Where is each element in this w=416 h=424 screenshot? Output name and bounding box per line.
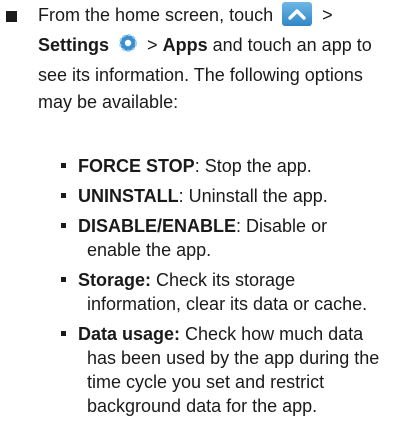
option-desc-cont: has been used by the app during the time… <box>87 348 380 416</box>
option-item-storage: Storage: Check its storage information, c… <box>61 268 412 316</box>
option-bullet <box>61 331 66 336</box>
instruction-text: and touch an app to <box>212 35 372 55</box>
manual-page: From the home screen, touch > Settings >… <box>0 0 416 416</box>
option-bullet <box>61 193 66 198</box>
option-bullet <box>61 277 66 282</box>
option-desc: Stop the app. <box>199 156 312 176</box>
option-term: Storage: <box>78 270 152 290</box>
option-term: UNINSTALL <box>78 186 179 206</box>
option-term: Data usage: <box>78 324 181 344</box>
main-instruction: From the home screen, touch > Settings >… <box>38 2 410 116</box>
option-item-data-usage: Data usage: Check how much data has been … <box>61 322 412 418</box>
separator: > <box>147 35 158 55</box>
main-bullet <box>6 11 17 22</box>
chevron-up-icon <box>282 2 313 26</box>
option-desc-cont: information, clear its data or cache. <box>87 294 368 314</box>
settings-label: Settings <box>38 35 110 55</box>
instruction-line-2: Settings > Apps and touch an app to <box>38 32 410 62</box>
instruction-line-1: From the home screen, touch > <box>38 2 410 32</box>
apps-label: Apps <box>162 35 208 55</box>
instruction-line-3: see its information. The following optio… <box>38 65 363 85</box>
options-list: FORCE STOP: Stop the app. UNINSTALL: Uni… <box>61 154 412 424</box>
option-term: DISABLE/ENABLE <box>78 216 237 236</box>
instruction-line-4: may be available: <box>38 92 179 112</box>
option-item-uninstall: UNINSTALL: Uninstall the app. <box>61 184 412 208</box>
option-bullet <box>61 223 66 228</box>
instruction-text: From the home screen, touch <box>38 5 274 25</box>
option-item-force-stop: FORCE STOP: Stop the app. <box>61 154 412 178</box>
gear-icon <box>118 33 138 53</box>
option-bullet <box>61 163 66 168</box>
option-item-disable-enable: DISABLE/ENABLE: Disable or enable the app… <box>61 214 412 262</box>
option-desc: Disable or <box>241 216 328 236</box>
separator: > <box>322 5 333 25</box>
option-term: FORCE STOP <box>78 156 195 176</box>
option-desc: Check its storage <box>151 270 296 290</box>
option-desc-cont: enable the app. <box>87 240 212 260</box>
option-desc: Uninstall the app. <box>183 186 328 206</box>
option-desc: Check how much data <box>180 324 364 344</box>
